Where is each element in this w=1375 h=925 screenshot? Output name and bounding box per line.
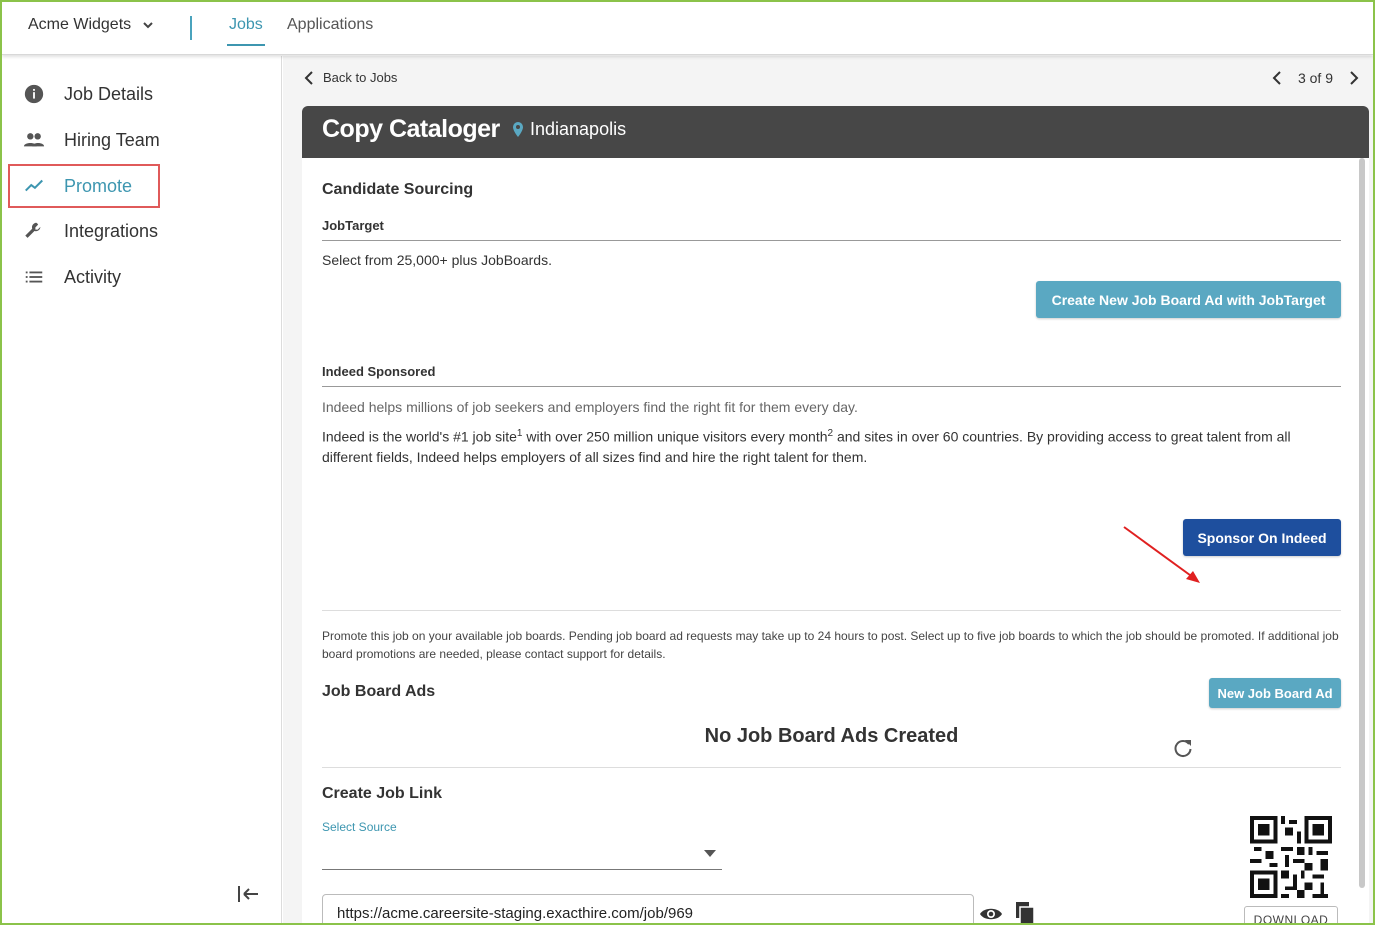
indeed-desc-part: and sites in over 60 countries. By provi… bbox=[833, 428, 1291, 445]
job-link-url-field[interactable]: https://acme.careersite-staging.exacthir… bbox=[322, 894, 974, 923]
section-title: Candidate Sourcing bbox=[322, 181, 474, 198]
top-bar: Acme Widgets Jobs Applications bbox=[2, 2, 1373, 55]
jobtarget-title: JobTarget bbox=[322, 218, 384, 233]
tab-applications[interactable]: Applications bbox=[287, 16, 373, 34]
divider bbox=[322, 240, 1341, 241]
eye-icon[interactable] bbox=[979, 905, 1003, 923]
job-board-ads-title: Job Board Ads bbox=[322, 683, 436, 700]
indeed-title: Indeed Sponsored bbox=[322, 364, 436, 379]
select-source-label: Select Source bbox=[322, 820, 397, 834]
sidebar-item-hiring-team[interactable]: Hiring Team bbox=[10, 119, 160, 161]
trend-icon bbox=[22, 174, 46, 198]
next-job-button[interactable] bbox=[1347, 70, 1361, 86]
company-name: Acme Widgets bbox=[28, 16, 132, 33]
promote-note: Promote this job on your available job b… bbox=[322, 629, 1339, 661]
sidebar-item-label: Hiring Team bbox=[64, 129, 160, 150]
info-icon bbox=[22, 82, 46, 106]
job-title: Copy Cataloger bbox=[322, 115, 500, 143]
indeed-desc-part: with over 250 million unique visitors ev… bbox=[522, 428, 828, 445]
company-switcher[interactable]: Acme Widgets bbox=[28, 16, 155, 34]
location-text: Indianapolis bbox=[530, 119, 627, 139]
chevron-left-icon bbox=[1272, 71, 1281, 85]
job-location: Indianapolis bbox=[512, 119, 626, 140]
sponsor-on-indeed-button[interactable]: Sponsor On Indeed bbox=[1183, 519, 1341, 556]
people-icon bbox=[22, 128, 46, 152]
divider bbox=[322, 386, 1341, 387]
divider bbox=[322, 610, 1341, 611]
collapse-sidebar-icon[interactable] bbox=[236, 882, 262, 906]
tab-jobs[interactable]: Jobs bbox=[227, 16, 265, 46]
indeed-desc-line2: different fields, Indeed helps employers… bbox=[322, 448, 868, 465]
back-label: Back to Jobs bbox=[323, 70, 398, 85]
sidebar-item-activity[interactable]: Activity bbox=[10, 256, 160, 298]
pager-count: 3 of 9 bbox=[1297, 70, 1333, 86]
sidebar-item-label: Integrations bbox=[64, 220, 159, 241]
chevron-down-icon bbox=[143, 22, 153, 29]
sidebar-item-integrations[interactable]: Integrations bbox=[10, 210, 160, 252]
source-select[interactable] bbox=[322, 838, 722, 870]
previous-job-button[interactable] bbox=[1270, 70, 1284, 86]
sidebar-item-promote[interactable]: Promote bbox=[8, 164, 160, 208]
sidebar-item-label: Activity bbox=[64, 266, 122, 287]
indeed-tagline: Indeed helps millions of job seekers and… bbox=[322, 399, 858, 415]
sidebar-item-job-details[interactable]: Job Details bbox=[10, 73, 160, 115]
create-jobtarget-ad-button[interactable]: Create New Job Board Ad with JobTarget bbox=[1036, 281, 1341, 318]
back-to-jobs-link[interactable]: Back to Jobs bbox=[303, 70, 397, 85]
list-icon bbox=[22, 265, 46, 289]
topbar-divider bbox=[190, 16, 192, 40]
jobtarget-description: Select from 25,000+ plus JobBoards. bbox=[322, 252, 552, 268]
copy-icon[interactable] bbox=[1014, 901, 1036, 923]
no-ads-message: No Job Board Ads Created bbox=[704, 725, 959, 747]
main-content: Back to Jobs 3 of 9 Copy Cataloger India… bbox=[283, 56, 1373, 923]
wrench-icon bbox=[22, 219, 46, 243]
dropdown-arrow-icon bbox=[704, 850, 716, 857]
sidebar: Job Details Hiring Team Promote Integrat… bbox=[2, 56, 282, 923]
new-job-board-ad-button[interactable]: New Job Board Ad bbox=[1209, 678, 1341, 708]
promote-card: Candidate Sourcing JobTarget Select from… bbox=[302, 158, 1369, 923]
location-pin-icon bbox=[513, 121, 523, 137]
indeed-desc-part: Indeed is the world's #1 job site bbox=[322, 428, 517, 445]
divider bbox=[322, 767, 1341, 768]
job-pager: 3 of 9 bbox=[1270, 70, 1361, 86]
download-qr-button[interactable]: DOWNLOAD bbox=[1244, 906, 1338, 923]
sidebar-item-label: Promote bbox=[64, 175, 133, 196]
job-header: Copy Cataloger Indianapolis bbox=[302, 106, 1369, 158]
scrollbar[interactable] bbox=[1359, 158, 1365, 888]
chevron-right-icon bbox=[1350, 71, 1359, 85]
create-job-link-title: Create Job Link bbox=[322, 785, 443, 802]
sidebar-item-label: Job Details bbox=[64, 83, 154, 104]
qr-code-icon bbox=[1250, 816, 1332, 898]
indeed-description: Indeed is the world's #1 job site1 with … bbox=[322, 424, 1347, 467]
chevron-left-icon bbox=[304, 70, 313, 85]
